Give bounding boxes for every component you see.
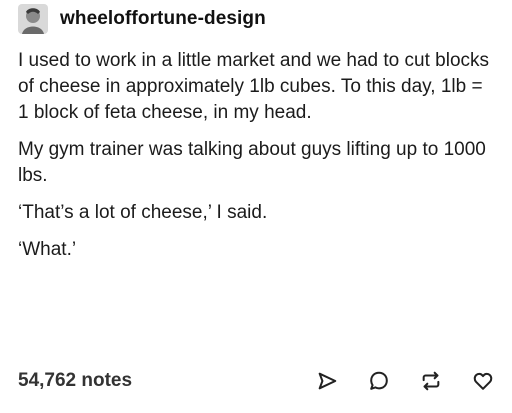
post-paragraph: ‘What.’ [18,239,77,260]
post-actions [288,368,496,394]
reply-icon[interactable] [366,368,392,394]
post-card: wheeloffortune-design I used to work in … [0,0,512,413]
post-paragraph: ‘That’s a lot of cheese,’ I said. [18,202,268,223]
post-footer: 54,762 notes [18,364,496,398]
post-body: I used to work in a little market and we… [18,48,498,274]
reblog-icon[interactable] [418,368,444,394]
post-username[interactable]: wheeloffortune-design [60,8,266,30]
post-paragraph: I used to work in a little market and we… [18,50,490,123]
post-header: wheeloffortune-design [18,2,266,36]
notes-count[interactable]: 54,762 notes [18,370,132,392]
post-paragraph: My gym trainer was talking about guys li… [18,139,486,186]
heart-icon[interactable] [470,368,496,394]
share-icon[interactable] [314,368,340,394]
avatar[interactable] [18,4,48,34]
user-avatar-image [18,4,48,34]
